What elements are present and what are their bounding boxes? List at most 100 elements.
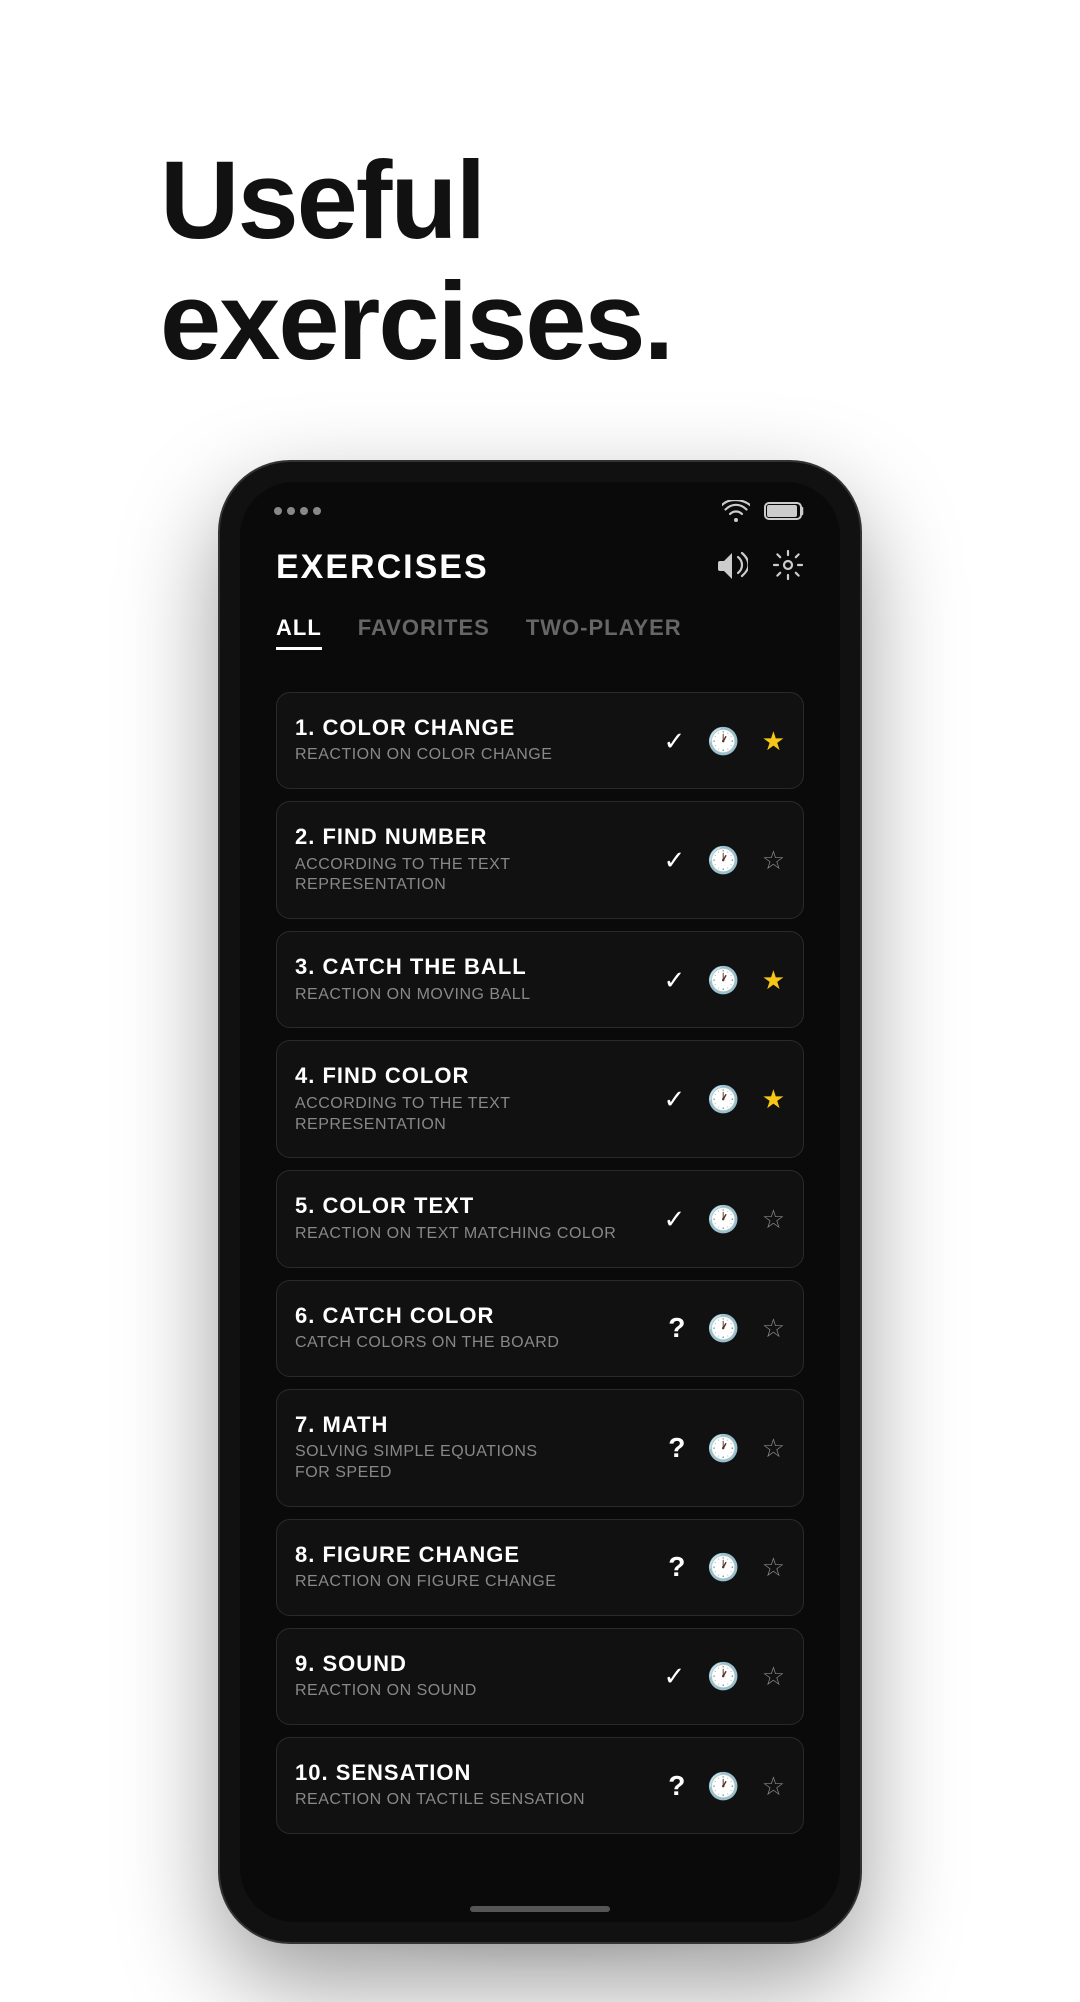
question-icon-8: ? [668, 1553, 685, 1581]
exercise-name-9: 9. SOUND [295, 1651, 650, 1677]
exercise-item-7[interactable]: 7. MATH SOLVING SIMPLE EQUATIONSFOR SPEE… [276, 1389, 804, 1507]
exercise-actions-2: ✓ 🕐 ☆ [664, 847, 785, 873]
sound-icon[interactable] [716, 551, 748, 584]
exercise-name-6: 6. CATCH COLOR [295, 1303, 654, 1329]
check-icon-2: ✓ [664, 847, 686, 873]
tab-all[interactable]: ALL [276, 615, 322, 650]
exercise-text-10: 10. SENSATION REACTION ON TACTILE SENSAT… [295, 1760, 654, 1811]
exercise-desc-4: ACCORDING TO THE TEXTREPRESENTATION [295, 1094, 650, 1136]
exercise-name-2: 2. FIND NUMBER [295, 824, 650, 850]
phone-frame: EXERCISES [220, 462, 860, 1942]
star-icon-9[interactable]: ☆ [762, 1663, 785, 1689]
star-icon-4[interactable]: ★ [762, 1086, 785, 1112]
exercise-text-9: 9. SOUND REACTION ON SOUND [295, 1651, 650, 1702]
star-icon-1[interactable]: ★ [762, 728, 785, 754]
exercise-name-4: 4. FIND COLOR [295, 1063, 650, 1089]
tab-two-player[interactable]: TWO-PLAYER [526, 615, 682, 650]
question-icon-6: ? [668, 1314, 685, 1342]
exercise-desc-10: REACTION ON TACTILE SENSATION [295, 1790, 654, 1811]
history-icon-2: 🕐 [707, 847, 739, 873]
exercise-name-3: 3. CATCH THE BALL [295, 954, 650, 980]
exercise-desc-9: REACTION ON SOUND [295, 1681, 650, 1702]
exercise-item-3[interactable]: 3. CATCH THE BALL REACTION ON MOVING BAL… [276, 931, 804, 1028]
wifi-icon [722, 500, 750, 522]
exercise-text-2: 2. FIND NUMBER ACCORDING TO THE TEXTREPR… [295, 824, 650, 896]
screen-title: EXERCISES [276, 548, 489, 587]
star-icon-2[interactable]: ☆ [762, 847, 785, 873]
tab-favorites[interactable]: FAVORITES [358, 615, 490, 650]
history-icon-1: 🕐 [707, 728, 739, 754]
exercise-desc-8: REACTION ON FIGURE CHANGE [295, 1572, 654, 1593]
exercise-item-8[interactable]: 8. FIGURE CHANGE REACTION ON FIGURE CHAN… [276, 1519, 804, 1616]
history-icon-4: 🕐 [707, 1086, 739, 1112]
exercise-actions-6: ? 🕐 ☆ [668, 1314, 785, 1342]
star-icon-10[interactable]: ☆ [762, 1773, 785, 1799]
exercise-text-6: 6. CATCH COLOR CATCH COLORS ON THE BOARD [295, 1303, 654, 1354]
star-icon-8[interactable]: ☆ [762, 1554, 785, 1580]
phone-inner: EXERCISES [240, 482, 840, 1922]
battery-icon [764, 500, 806, 522]
tabs: ALL FAVORITES TWO-PLAYER [276, 615, 804, 660]
exercise-name-5: 5. COLOR TEXT [295, 1193, 650, 1219]
check-icon-9: ✓ [664, 1663, 686, 1689]
star-icon-5[interactable]: ☆ [762, 1206, 785, 1232]
exercise-actions-3: ✓ 🕐 ★ [664, 967, 785, 993]
history-icon-5: 🕐 [707, 1206, 739, 1232]
exercise-name-1: 1. COLOR CHANGE [295, 715, 650, 741]
exercise-actions-8: ? 🕐 ☆ [668, 1553, 785, 1581]
history-icon-9: 🕐 [707, 1663, 739, 1689]
exercise-text-3: 3. CATCH THE BALL REACTION ON MOVING BAL… [295, 954, 650, 1005]
exercise-desc-1: REACTION ON COLOR CHANGE [295, 745, 650, 766]
exercise-name-8: 8. FIGURE CHANGE [295, 1542, 654, 1568]
history-icon-8: 🕐 [707, 1554, 739, 1580]
question-icon-7: ? [668, 1434, 685, 1462]
history-icon-10: 🕐 [707, 1773, 739, 1799]
exercise-actions-7: ? 🕐 ☆ [668, 1434, 785, 1462]
exercise-actions-9: ✓ 🕐 ☆ [664, 1663, 785, 1689]
exercise-actions-5: ✓ 🕐 ☆ [664, 1206, 785, 1232]
exercise-list: 1. COLOR CHANGE REACTION ON COLOR CHANGE… [276, 692, 804, 1846]
exercise-item-4[interactable]: 4. FIND COLOR ACCORDING TO THE TEXTREPRE… [276, 1040, 804, 1158]
phone-content: EXERCISES [240, 532, 840, 1886]
star-icon-7[interactable]: ☆ [762, 1435, 785, 1461]
status-bar [240, 482, 840, 532]
exercise-text-5: 5. COLOR TEXT REACTION ON TEXT MATCHING … [295, 1193, 650, 1244]
exercise-desc-6: CATCH COLORS ON THE BOARD [295, 1333, 654, 1354]
check-icon-5: ✓ [664, 1206, 686, 1232]
exercise-item-10[interactable]: 10. SENSATION REACTION ON TACTILE SENSAT… [276, 1737, 804, 1834]
exercise-desc-5: REACTION ON TEXT MATCHING COLOR [295, 1224, 650, 1245]
exercise-actions-10: ? 🕐 ☆ [668, 1772, 785, 1800]
exercise-text-4: 4. FIND COLOR ACCORDING TO THE TEXTREPRE… [295, 1063, 650, 1135]
check-icon-3: ✓ [664, 967, 686, 993]
history-icon-6: 🕐 [707, 1315, 739, 1341]
check-icon-4: ✓ [664, 1086, 686, 1112]
exercise-item-6[interactable]: 6. CATCH COLOR CATCH COLORS ON THE BOARD… [276, 1280, 804, 1377]
exercise-actions-1: ✓ 🕐 ★ [664, 728, 785, 754]
star-icon-3[interactable]: ★ [762, 967, 785, 993]
header-icons [716, 549, 804, 586]
history-icon-7: 🕐 [707, 1435, 739, 1461]
check-icon-1: ✓ [664, 728, 686, 754]
exercise-desc-7: SOLVING SIMPLE EQUATIONSFOR SPEED [295, 1442, 654, 1484]
exercise-name-10: 10. SENSATION [295, 1760, 654, 1786]
signal-dots [274, 507, 321, 515]
page-title: Usefulexercises. [160, 140, 920, 382]
exercise-item-2[interactable]: 2. FIND NUMBER ACCORDING TO THE TEXTREPR… [276, 801, 804, 919]
exercise-text-7: 7. MATH SOLVING SIMPLE EQUATIONSFOR SPEE… [295, 1412, 654, 1484]
exercise-text-8: 8. FIGURE CHANGE REACTION ON FIGURE CHAN… [295, 1542, 654, 1593]
exercise-item-9[interactable]: 9. SOUND REACTION ON SOUND ✓ 🕐 ☆ [276, 1628, 804, 1725]
star-icon-6[interactable]: ☆ [762, 1315, 785, 1341]
question-icon-10: ? [668, 1772, 685, 1800]
exercise-actions-4: ✓ 🕐 ★ [664, 1086, 785, 1112]
exercise-desc-3: REACTION ON MOVING BALL [295, 985, 650, 1006]
exercise-text-1: 1. COLOR CHANGE REACTION ON COLOR CHANGE [295, 715, 650, 766]
home-indicator [470, 1906, 610, 1912]
exercise-name-7: 7. MATH [295, 1412, 654, 1438]
history-icon-3: 🕐 [707, 967, 739, 993]
page-title-section: Usefulexercises. [0, 0, 1080, 442]
settings-icon[interactable] [772, 549, 804, 586]
exercise-item-5[interactable]: 5. COLOR TEXT REACTION ON TEXT MATCHING … [276, 1170, 804, 1267]
screen-header: EXERCISES [276, 532, 804, 615]
exercise-item-1[interactable]: 1. COLOR CHANGE REACTION ON COLOR CHANGE… [276, 692, 804, 789]
exercise-desc-2: ACCORDING TO THE TEXTREPRESENTATION [295, 855, 650, 897]
